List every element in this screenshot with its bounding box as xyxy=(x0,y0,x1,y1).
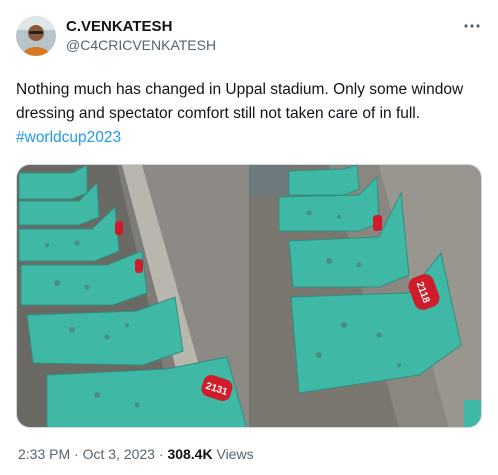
more-dots-icon[interactable] xyxy=(462,16,482,36)
hashtag-link[interactable]: #worldcup2023 xyxy=(16,126,486,150)
author-handle[interactable]: @C4CRICVENKATESH xyxy=(66,36,216,54)
views-label: Views xyxy=(216,446,254,462)
author-names: C.VENKATESH @C4CRICVENKATESH xyxy=(66,18,216,54)
photo-2[interactable]: 2118 xyxy=(249,165,481,427)
tweet-media: 2131 2118 xyxy=(16,164,482,428)
tweet-date[interactable]: Oct 3, 2023 xyxy=(83,446,155,462)
tweet-body: Nothing much has changed in Uppal stadiu… xyxy=(16,81,464,122)
author-display-name[interactable]: C.VENKATESH xyxy=(66,18,216,36)
tweet-meta: 2:33 PM · Oct 3, 2023 · 308.4K Views xyxy=(18,446,254,462)
views-count: 308.4K xyxy=(167,446,213,462)
tweet-header: C.VENKATESH @C4CRICVENKATESH xyxy=(16,16,482,56)
tweet-time[interactable]: 2:33 PM xyxy=(18,446,70,462)
meta-separator: · xyxy=(74,446,79,462)
tweet-text: Nothing much has changed in Uppal stadiu… xyxy=(16,78,486,150)
avatar[interactable] xyxy=(16,16,56,56)
meta-separator: · xyxy=(158,446,164,462)
photo-1[interactable]: 2131 xyxy=(17,165,249,427)
tweet-card[interactable]: C.VENKATESH @C4CRICVENKATESH Nothing muc… xyxy=(0,0,498,475)
